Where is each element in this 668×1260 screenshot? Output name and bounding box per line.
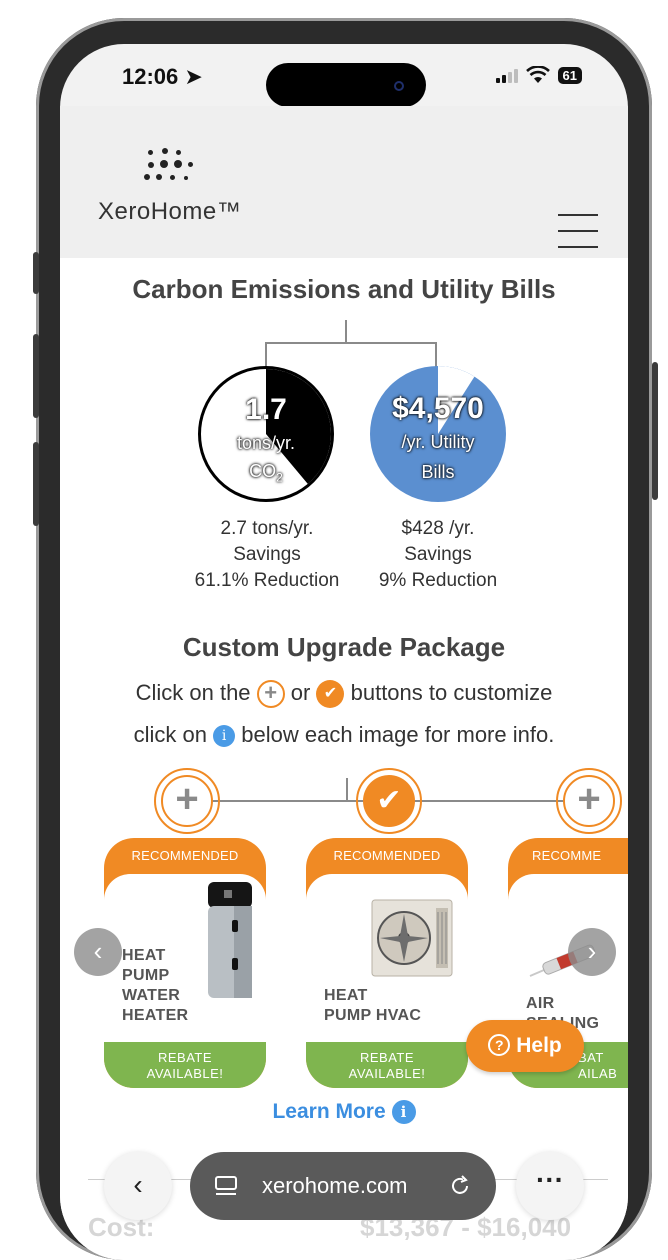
utility-savings-label: Savings (404, 544, 472, 565)
location-arrow-icon: ➤ (184, 64, 203, 89)
question-icon: ? (488, 1034, 511, 1056)
rebate-available-badge: REBATE AVAILABLE! (104, 1042, 266, 1088)
card-body: HEAT PUMP HVAC (306, 874, 468, 1042)
upgrade-card-heat-pump-hvac[interactable]: RECOMMENDED HEAT PUMP HVAC REBATE AVAILA… (306, 838, 468, 1088)
co2-reduction: 61.1% Reduction (194, 570, 340, 591)
connector-line (346, 778, 348, 800)
chevron-right-icon: › (587, 936, 597, 966)
logo-text[interactable]: XeroHome™ (98, 198, 241, 226)
wifi-icon (525, 66, 550, 83)
utility-value: $4,570 (392, 392, 484, 425)
help-button[interactable]: ? Help (466, 1020, 584, 1072)
add-heat-pump-water-heater-button[interactable] (154, 768, 220, 834)
phone-volume-up (33, 334, 39, 418)
recommended-badge: RECOMMENDED (333, 848, 441, 863)
co2-savings-stats: 2.7 tons/yr. Savings 61.1% Reduction (180, 516, 354, 594)
connector-line (435, 342, 437, 368)
card-title: HEAT PUMP HVAC (324, 987, 422, 1024)
front-camera-icon (394, 81, 404, 91)
utility-bills-circle: $4,570 /yr. Utility Bills (370, 366, 506, 502)
info-icon: i (391, 1100, 416, 1125)
card-title: HEAT PUMP WATER HEATER (122, 947, 189, 1024)
card-body: HEAT PUMP WATER HEATER (104, 874, 266, 1042)
utility-unit: /yr. Utility (401, 432, 475, 452)
dynamic-island (266, 63, 426, 107)
page-tabs-icon (215, 1176, 237, 1195)
utility-reduction: 9% Reduction (378, 570, 498, 591)
upgrade-section-title: Custom Upgrade Package (182, 632, 506, 662)
info-icon: i (213, 725, 236, 748)
remove-heat-pump-hvac-button[interactable]: ✔ (356, 768, 422, 834)
carousel-prev-button[interactable]: ‹ (74, 928, 122, 976)
status-time: 12:06 ➤ (122, 64, 203, 89)
phone-power-button (652, 362, 658, 500)
site-header: XeroHome™ (60, 106, 628, 258)
check-icon: ✔ (363, 775, 415, 827)
utility-label: Bills (421, 462, 455, 482)
reload-icon[interactable] (448, 1174, 472, 1198)
carbon-section-title: Carbon Emissions and Utility Bills (132, 274, 556, 304)
co2-value: 1.7 (245, 393, 287, 426)
check-icon: ✔ (316, 680, 345, 709)
plus-icon (161, 775, 213, 827)
recommended-badge: RECOMMENDED (131, 848, 239, 863)
connector-line (265, 342, 267, 368)
address-bar[interactable]: xerohome.com (190, 1152, 496, 1220)
xerohome-logo-icon[interactable] (138, 146, 198, 190)
browser-toolbar: ‹ xerohome.com ··· (60, 1144, 628, 1260)
instruction-line-1: Click on the or ✔ buttons to customize (60, 680, 628, 709)
status-icons: 61 (495, 66, 582, 84)
browser-more-button[interactable]: ··· (516, 1152, 584, 1220)
co2-emissions-circle: 1.7 tons/yr. CO2 (198, 366, 334, 502)
phone-action-button (33, 252, 39, 294)
co2-savings-label: Savings (233, 544, 301, 565)
battery-icon: 61 (557, 66, 582, 84)
carousel-next-button[interactable]: › (568, 928, 616, 976)
learn-more-link[interactable]: Learn More i (60, 1100, 628, 1125)
connector-line (265, 342, 437, 344)
cellular-signal-icon (495, 67, 518, 83)
recommended-badge: RECOMME (532, 848, 602, 863)
phone-volume-down (33, 442, 39, 526)
url-text: xerohome.com (262, 1173, 408, 1198)
utility-savings: $428 /yr. (401, 518, 475, 539)
co2-label: CO2 (249, 461, 283, 485)
page-content: Carbon Emissions and Utility Bills 1.7 t… (60, 258, 628, 1260)
hvac-unit-image (371, 899, 453, 977)
connector-line (345, 320, 347, 342)
hamburger-menu-icon[interactable] (558, 214, 598, 248)
chevron-left-icon: ‹ (133, 1169, 143, 1200)
status-bar: 12:06 ➤ 61 (60, 44, 628, 107)
instruction-line-2: click on i below each image for more inf… (133, 722, 555, 748)
browser-back-button[interactable]: ‹ (104, 1152, 172, 1220)
water-heater-image (208, 882, 252, 998)
phone-screen: 12:06 ➤ 61 XeroHome™ Carbon Emissions an… (60, 44, 628, 1260)
chevron-left-icon: ‹ (93, 936, 103, 966)
add-air-sealing-button[interactable] (556, 768, 622, 834)
utility-savings-stats: $428 /yr. Savings 9% Reduction (360, 516, 516, 594)
rebate-available-badge: REBATE AVAILABLE! (306, 1042, 468, 1088)
more-dots-icon: ··· (536, 1164, 564, 1195)
co2-unit: tons/yr. (236, 433, 296, 453)
co2-savings: 2.7 tons/yr. (220, 518, 314, 539)
plus-icon (256, 680, 285, 709)
plus-icon (563, 775, 615, 827)
upgrade-card-heat-pump-water-heater[interactable]: RECOMMENDED HEAT PUMP WATER HEATER REBAT… (104, 838, 266, 1088)
